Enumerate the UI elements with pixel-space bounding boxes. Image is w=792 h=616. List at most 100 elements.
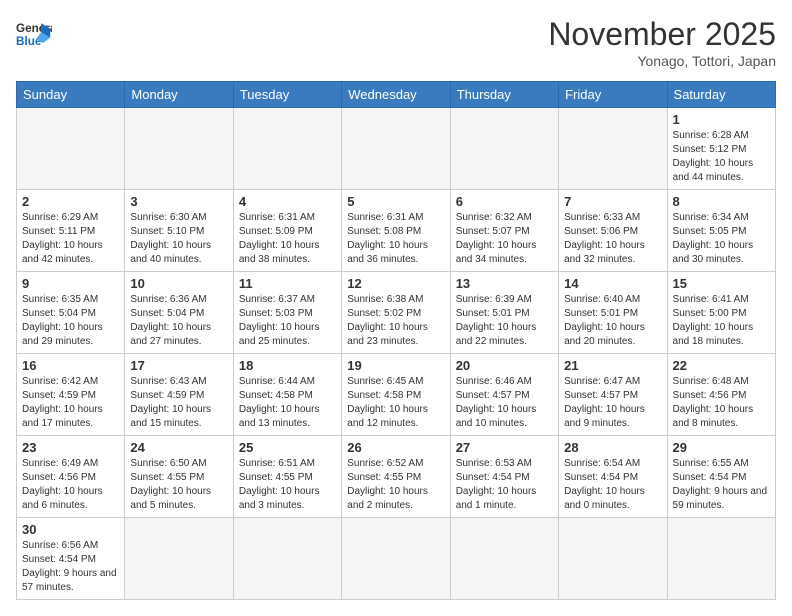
day-cell: 15 Sunrise: 6:41 AM Sunset: 5:00 PM Dayli… bbox=[667, 272, 775, 354]
day-number: 8 bbox=[673, 194, 770, 209]
day-cell bbox=[450, 108, 558, 190]
title-block: November 2025 Yonago, Tottori, Japan bbox=[548, 16, 776, 69]
day-info: Sunrise: 6:38 AM Sunset: 5:02 PM Dayligh… bbox=[347, 293, 444, 349]
day-info: Sunrise: 6:32 AM Sunset: 5:07 PM Dayligh… bbox=[456, 211, 553, 267]
day-number: 13 bbox=[456, 276, 553, 291]
day-cell bbox=[342, 518, 450, 600]
day-cell: 30Sunrise: 6:56 AM Sunset: 4:54 PM Dayli… bbox=[17, 518, 125, 600]
day-number: 9 bbox=[22, 276, 119, 291]
day-info: Sunrise: 6:34 AM Sunset: 5:05 PM Dayligh… bbox=[673, 211, 770, 267]
day-cell: 29 Sunrise: 6:55 AM Sunset: 4:54 PM Dayli… bbox=[667, 436, 775, 518]
day-cell: 24 Sunrise: 6:50 AM Sunset: 4:55 PM Dayli… bbox=[125, 436, 233, 518]
day-number: 27 bbox=[456, 440, 553, 455]
day-number: 10 bbox=[130, 276, 227, 291]
day-cell bbox=[667, 518, 775, 600]
day-cell: 16Sunrise: 6:42 AM Sunset: 4:59 PM Dayli… bbox=[17, 354, 125, 436]
day-number: 25 bbox=[239, 440, 336, 455]
day-cell: 6 Sunrise: 6:32 AM Sunset: 5:07 PM Daylig… bbox=[450, 190, 558, 272]
day-number: 20 bbox=[456, 358, 553, 373]
day-cell: 17Sunrise: 6:43 AM Sunset: 4:59 PM Dayli… bbox=[125, 354, 233, 436]
day-cell: 3 Sunrise: 6:30 AM Sunset: 5:10 PM Daylig… bbox=[125, 190, 233, 272]
day-number: 16 bbox=[22, 358, 119, 373]
day-info: Sunrise: 6:52 AM Sunset: 4:55 PM Dayligh… bbox=[347, 457, 444, 513]
day-number: 11 bbox=[239, 276, 336, 291]
day-cell: 2Sunrise: 6:29 AM Sunset: 5:11 PM Daylig… bbox=[17, 190, 125, 272]
day-info: Sunrise: 6:36 AM Sunset: 5:04 PM Dayligh… bbox=[130, 293, 227, 349]
day-cell bbox=[233, 108, 341, 190]
day-number: 1 bbox=[673, 112, 770, 127]
logo-icon: General Blue bbox=[16, 16, 52, 52]
day-number: 3 bbox=[130, 194, 227, 209]
day-info: Sunrise: 6:51 AM Sunset: 4:55 PM Dayligh… bbox=[239, 457, 336, 513]
day-cell: 23 Sunrise: 6:49 AM Sunset: 4:56 PM Dayli… bbox=[17, 436, 125, 518]
location-subtitle: Yonago, Tottori, Japan bbox=[548, 53, 776, 69]
day-cell: 19 Sunrise: 6:45 AM Sunset: 4:58 PM Dayli… bbox=[342, 354, 450, 436]
day-number: 30 bbox=[22, 522, 119, 537]
day-info: Sunrise: 6:45 AM Sunset: 4:58 PM Dayligh… bbox=[347, 375, 444, 431]
weekday-header-wednesday: Wednesday bbox=[342, 82, 450, 108]
day-cell: 22Sunrise: 6:48 AM Sunset: 4:56 PM Dayli… bbox=[667, 354, 775, 436]
day-cell: 8 Sunrise: 6:34 AM Sunset: 5:05 PM Daylig… bbox=[667, 190, 775, 272]
day-info: Sunrise: 6:29 AM Sunset: 5:11 PM Dayligh… bbox=[22, 211, 119, 267]
day-cell: 26 Sunrise: 6:52 AM Sunset: 4:55 PM Dayli… bbox=[342, 436, 450, 518]
day-info: Sunrise: 6:49 AM Sunset: 4:56 PM Dayligh… bbox=[22, 457, 119, 513]
day-info: Sunrise: 6:28 AM Sunset: 5:12 PM Dayligh… bbox=[673, 129, 770, 185]
week-row-2: 2Sunrise: 6:29 AM Sunset: 5:11 PM Daylig… bbox=[17, 190, 776, 272]
day-info: Sunrise: 6:35 AM Sunset: 5:04 PM Dayligh… bbox=[22, 293, 119, 349]
day-number: 26 bbox=[347, 440, 444, 455]
week-row-3: 9 Sunrise: 6:35 AM Sunset: 5:04 PM Daylig… bbox=[17, 272, 776, 354]
day-cell: 9 Sunrise: 6:35 AM Sunset: 5:04 PM Daylig… bbox=[17, 272, 125, 354]
day-number: 23 bbox=[22, 440, 119, 455]
day-info: Sunrise: 6:44 AM Sunset: 4:58 PM Dayligh… bbox=[239, 375, 336, 431]
day-info: Sunrise: 6:48 AM Sunset: 4:56 PM Dayligh… bbox=[673, 375, 770, 431]
day-cell: 14Sunrise: 6:40 AM Sunset: 5:01 PM Dayli… bbox=[559, 272, 667, 354]
week-row-5: 23 Sunrise: 6:49 AM Sunset: 4:56 PM Dayli… bbox=[17, 436, 776, 518]
day-number: 12 bbox=[347, 276, 444, 291]
weekday-header-sunday: Sunday bbox=[17, 82, 125, 108]
day-number: 28 bbox=[564, 440, 661, 455]
day-number: 7 bbox=[564, 194, 661, 209]
day-cell bbox=[559, 518, 667, 600]
day-cell bbox=[559, 108, 667, 190]
day-cell: 27Sunrise: 6:53 AM Sunset: 4:54 PM Dayli… bbox=[450, 436, 558, 518]
day-info: Sunrise: 6:31 AM Sunset: 5:08 PM Dayligh… bbox=[347, 211, 444, 267]
day-number: 6 bbox=[456, 194, 553, 209]
day-number: 18 bbox=[239, 358, 336, 373]
day-cell bbox=[342, 108, 450, 190]
day-number: 15 bbox=[673, 276, 770, 291]
weekday-header-saturday: Saturday bbox=[667, 82, 775, 108]
day-number: 29 bbox=[673, 440, 770, 455]
day-cell bbox=[125, 518, 233, 600]
day-info: Sunrise: 6:46 AM Sunset: 4:57 PM Dayligh… bbox=[456, 375, 553, 431]
day-number: 14 bbox=[564, 276, 661, 291]
day-cell bbox=[125, 108, 233, 190]
day-info: Sunrise: 6:37 AM Sunset: 5:03 PM Dayligh… bbox=[239, 293, 336, 349]
day-info: Sunrise: 6:30 AM Sunset: 5:10 PM Dayligh… bbox=[130, 211, 227, 267]
day-number: 24 bbox=[130, 440, 227, 455]
day-info: Sunrise: 6:39 AM Sunset: 5:01 PM Dayligh… bbox=[456, 293, 553, 349]
day-cell: 1 Sunrise: 6:28 AM Sunset: 5:12 PM Daylig… bbox=[667, 108, 775, 190]
weekday-header-tuesday: Tuesday bbox=[233, 82, 341, 108]
day-cell: 21Sunrise: 6:47 AM Sunset: 4:57 PM Dayli… bbox=[559, 354, 667, 436]
day-info: Sunrise: 6:55 AM Sunset: 4:54 PM Dayligh… bbox=[673, 457, 770, 513]
day-cell bbox=[450, 518, 558, 600]
day-cell: 20 Sunrise: 6:46 AM Sunset: 4:57 PM Dayli… bbox=[450, 354, 558, 436]
day-cell bbox=[17, 108, 125, 190]
day-number: 4 bbox=[239, 194, 336, 209]
day-cell: 4Sunrise: 6:31 AM Sunset: 5:09 PM Daylig… bbox=[233, 190, 341, 272]
day-cell: 18 Sunrise: 6:44 AM Sunset: 4:58 PM Dayli… bbox=[233, 354, 341, 436]
weekday-header-friday: Friday bbox=[559, 82, 667, 108]
day-number: 19 bbox=[347, 358, 444, 373]
day-number: 17 bbox=[130, 358, 227, 373]
day-info: Sunrise: 6:54 AM Sunset: 4:54 PM Dayligh… bbox=[564, 457, 661, 513]
day-info: Sunrise: 6:41 AM Sunset: 5:00 PM Dayligh… bbox=[673, 293, 770, 349]
day-cell: 28 Sunrise: 6:54 AM Sunset: 4:54 PM Dayli… bbox=[559, 436, 667, 518]
weekday-header-row: SundayMondayTuesdayWednesdayThursdayFrid… bbox=[17, 82, 776, 108]
day-info: Sunrise: 6:50 AM Sunset: 4:55 PM Dayligh… bbox=[130, 457, 227, 513]
day-cell: 25 Sunrise: 6:51 AM Sunset: 4:55 PM Dayli… bbox=[233, 436, 341, 518]
month-title: November 2025 bbox=[548, 16, 776, 53]
day-cell: 11 Sunrise: 6:37 AM Sunset: 5:03 PM Dayli… bbox=[233, 272, 341, 354]
weekday-header-monday: Monday bbox=[125, 82, 233, 108]
logo: General Blue bbox=[16, 16, 52, 52]
week-row-1: 1 Sunrise: 6:28 AM Sunset: 5:12 PM Daylig… bbox=[17, 108, 776, 190]
